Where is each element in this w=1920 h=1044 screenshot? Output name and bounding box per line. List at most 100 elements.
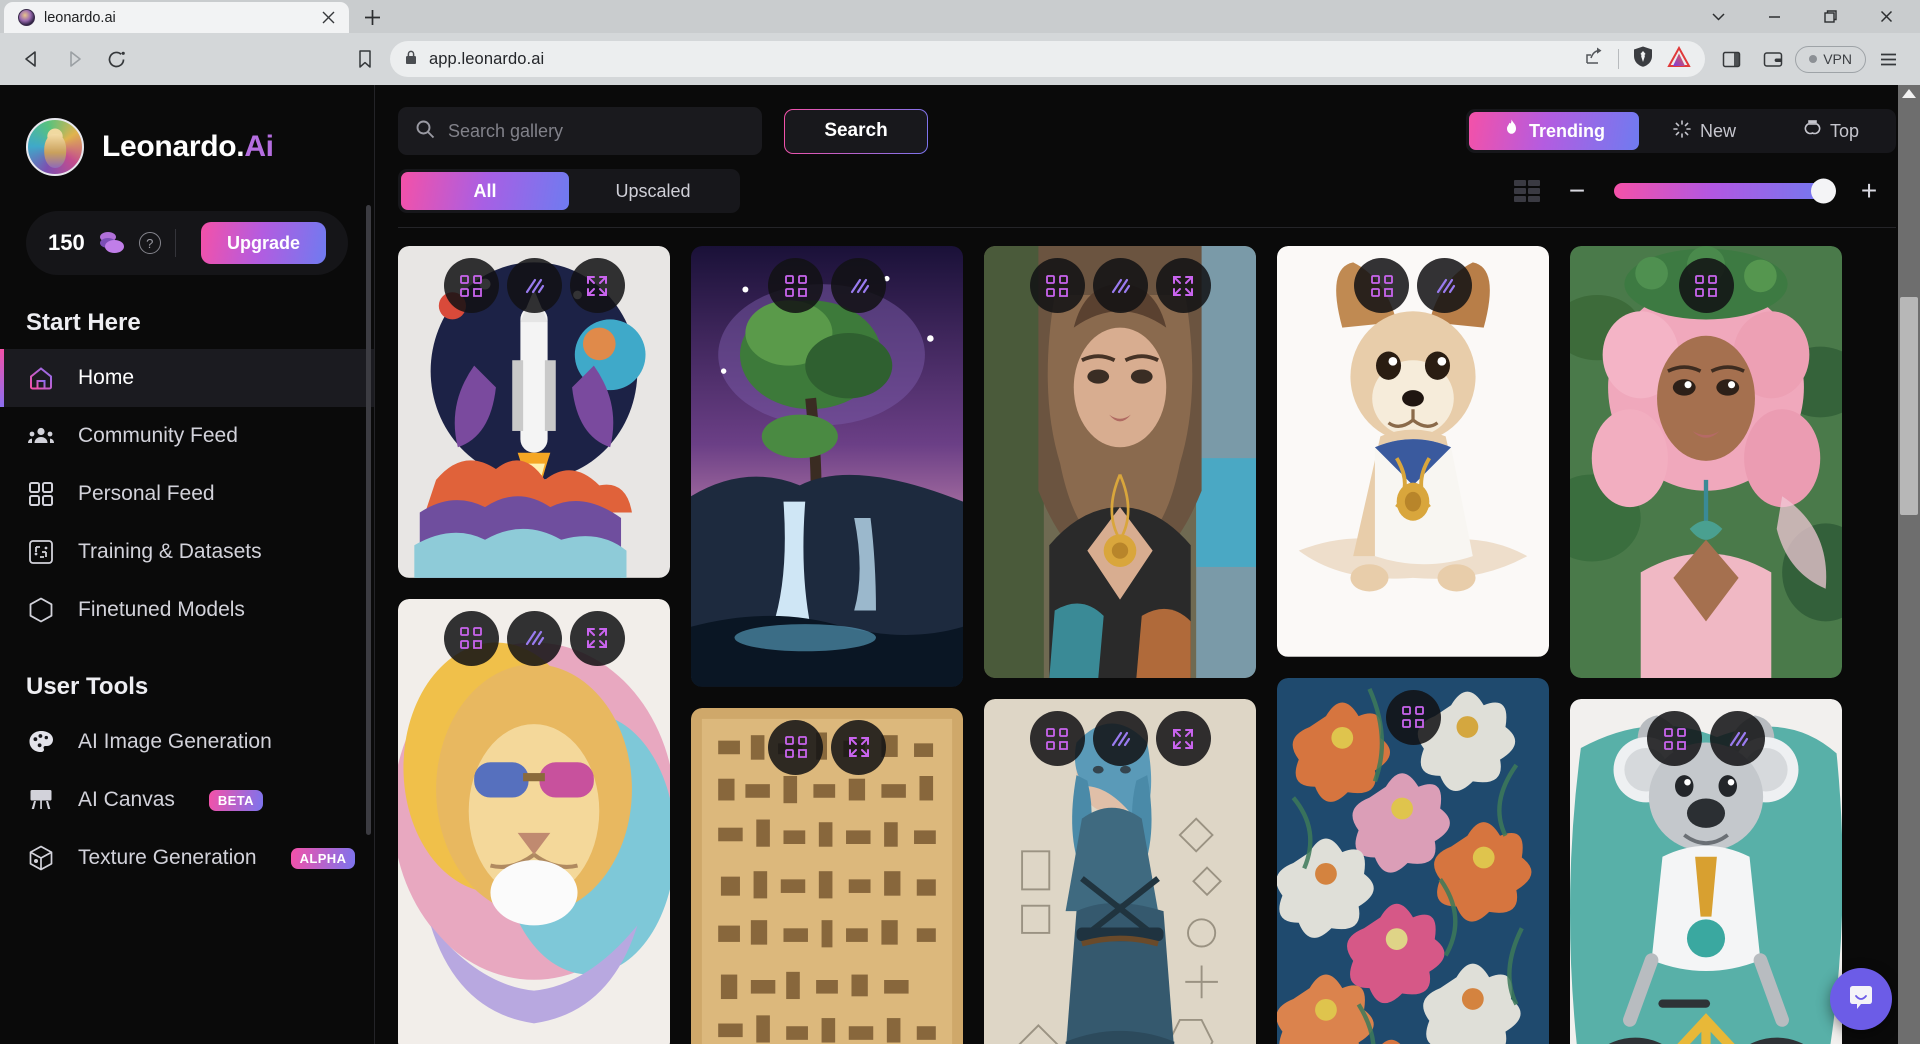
gallery-card[interactable] — [984, 699, 1256, 1044]
sidebar-item-finetuned-models[interactable]: Finetuned Models — [0, 581, 374, 639]
bookmark-button[interactable] — [346, 40, 384, 78]
sidebar-item-training-datasets[interactable]: Training & Datasets — [0, 523, 374, 581]
forward-button[interactable] — [54, 39, 94, 79]
filter-tab-all[interactable]: All — [401, 172, 569, 210]
filter-tab-upscaled[interactable]: Upscaled — [569, 172, 737, 210]
remix-icon[interactable] — [768, 258, 823, 313]
vpn-label: VPN — [1823, 51, 1852, 67]
motion-icon[interactable] — [1710, 711, 1765, 767]
browser-toolbar: app.leonardo.ai VPN — [0, 33, 1920, 85]
sidebar-item-label: Finetuned Models — [78, 598, 245, 621]
expand-icon[interactable] — [1155, 711, 1211, 767]
upgrade-button[interactable]: Upgrade — [200, 222, 326, 264]
tab-label: Trending — [1528, 120, 1605, 141]
brave-rewards-icon[interactable] — [1667, 45, 1691, 73]
new-tab-button[interactable] — [351, 2, 393, 33]
tab-trending[interactable]: Trending — [1468, 112, 1639, 150]
help-circle-icon[interactable]: ? — [138, 232, 161, 254]
card-actions — [1277, 258, 1549, 313]
lock-icon — [404, 49, 418, 70]
zoom-in-button[interactable]: + — [1856, 177, 1882, 205]
motion-icon[interactable] — [1092, 258, 1148, 313]
gallery-card[interactable] — [1570, 246, 1842, 679]
maximize-button[interactable] — [1802, 0, 1858, 33]
divider — [174, 229, 176, 257]
sidebar-item-ai-canvas[interactable]: AI Canvas BETA — [0, 771, 374, 829]
layout-grid-icon[interactable] — [1514, 180, 1540, 202]
sidebar-item-home[interactable]: Home — [0, 349, 374, 407]
token-coins-icon — [99, 232, 125, 254]
motion-icon[interactable] — [1092, 711, 1148, 767]
flame-icon — [1503, 119, 1520, 143]
brand-name: Leonardo.Ai — [102, 130, 274, 163]
gallery-card[interactable] — [691, 707, 963, 1044]
intercom-chat-button[interactable] — [1830, 968, 1892, 1030]
motion-icon[interactable] — [1417, 258, 1472, 313]
brave-shields-icon[interactable] — [1632, 45, 1654, 73]
back-button[interactable] — [12, 39, 52, 79]
search-field[interactable] — [398, 107, 762, 155]
remix-icon[interactable] — [768, 719, 823, 775]
reload-button[interactable] — [96, 39, 136, 79]
close-tab-icon[interactable] — [317, 7, 339, 29]
easel-icon — [26, 785, 56, 815]
browser-tab[interactable]: leonardo.ai — [4, 2, 349, 33]
search-button[interactable]: Search — [784, 109, 928, 154]
address-bar[interactable]: app.leonardo.ai — [390, 41, 1706, 77]
share-icon[interactable] — [1584, 46, 1605, 72]
gallery-card[interactable] — [1570, 699, 1842, 1044]
remix-icon[interactable] — [1354, 258, 1409, 313]
scrollbar-thumb[interactable] — [1900, 297, 1918, 515]
remix-icon[interactable] — [1678, 258, 1734, 313]
remix-icon[interactable] — [1029, 711, 1085, 767]
gallery-scroll-area[interactable] — [374, 228, 1920, 1044]
expand-icon[interactable] — [569, 610, 625, 666]
sidebar-item-texture-generation[interactable]: Texture Generation ALPHA — [0, 829, 374, 887]
zoom-slider[interactable] — [1614, 178, 1836, 204]
remix-icon[interactable] — [1029, 258, 1085, 313]
sidebar-scrollbar[interactable] — [366, 205, 371, 835]
minimize-button[interactable] — [1746, 0, 1802, 33]
gallery-card[interactable] — [1277, 677, 1549, 1044]
sidebar-panel-button[interactable] — [1711, 39, 1751, 79]
expand-icon[interactable] — [1155, 258, 1211, 313]
tab-label: Top — [1829, 120, 1859, 141]
credits-amount: 150 — [48, 230, 85, 255]
search-input[interactable] — [448, 120, 745, 142]
expand-icon[interactable] — [569, 258, 625, 313]
motion-icon[interactable] — [506, 258, 562, 313]
tab-top[interactable]: Top — [1770, 112, 1893, 150]
remix-icon[interactable] — [443, 258, 499, 313]
remix-icon[interactable] — [1385, 689, 1441, 745]
close-window-button[interactable] — [1858, 0, 1914, 33]
zoom-slider-knob[interactable] — [1811, 178, 1836, 204]
gallery-card[interactable] — [1277, 246, 1549, 657]
sidebar-item-personal-feed[interactable]: Personal Feed — [0, 465, 374, 523]
sidebar-item-ai-image-generation[interactable]: AI Image Generation — [0, 713, 374, 771]
leonardo-favicon-icon — [18, 9, 35, 26]
tab-label: New — [1699, 120, 1736, 141]
motion-icon[interactable] — [506, 610, 562, 666]
expand-icon[interactable] — [831, 719, 886, 775]
tab-title: leonardo.ai — [44, 9, 116, 26]
gallery-card[interactable] — [398, 598, 670, 1044]
scroll-up-arrow-icon[interactable] — [1902, 89, 1916, 98]
motion-icon[interactable] — [831, 258, 886, 313]
remix-icon[interactable] — [1647, 711, 1702, 767]
page-scrollbar[interactable] — [1898, 85, 1920, 1044]
brand[interactable]: Leonardo.Ai — [0, 109, 374, 185]
card-actions — [398, 610, 670, 666]
remix-icon[interactable] — [443, 610, 499, 666]
zoom-out-button[interactable]: − — [1564, 177, 1590, 205]
hamburger-menu-button[interactable] — [1868, 39, 1908, 79]
tab-search-button[interactable] — [1690, 0, 1746, 33]
gallery-card[interactable] — [691, 246, 963, 687]
brave-wallet-button[interactable] — [1753, 39, 1793, 79]
gallery-card[interactable] — [984, 246, 1256, 679]
sidebar-item-community-feed[interactable]: Community Feed — [0, 407, 374, 465]
gallery-card[interactable] — [398, 246, 670, 578]
vpn-button[interactable]: VPN — [1795, 45, 1866, 73]
sidebar-item-label: Home — [78, 366, 135, 389]
address-bar-url: app.leonardo.ai — [429, 49, 545, 68]
tab-new[interactable]: New — [1639, 112, 1770, 150]
